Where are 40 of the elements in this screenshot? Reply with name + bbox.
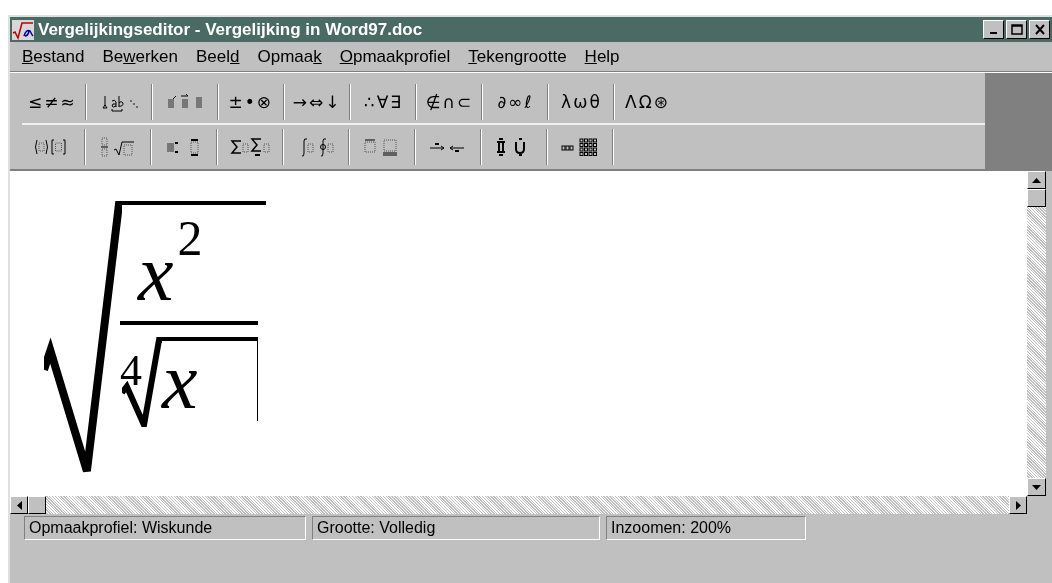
menu-item[interactable]: Beeld [190, 43, 246, 70]
close-icon [1033, 24, 1046, 35]
template-palette-icon [560, 137, 600, 157]
symbol-palette-button[interactable]: ΛΩ⊛ [617, 82, 678, 122]
radicand-variable: x [162, 341, 258, 421]
menu-item[interactable]: Opmaak [251, 43, 328, 70]
vertical-scrollbar[interactable] [1027, 171, 1046, 496]
equation-app-icon [12, 19, 34, 40]
menu-item[interactable]: Opmaakprofiel [333, 43, 457, 70]
menu-item[interactable]: Bewerken [96, 43, 184, 70]
menu-item[interactable]: Tekengrootte [462, 43, 573, 70]
symbol-palette-button[interactable]: ∴∀∃ [353, 82, 414, 122]
window-title: Vergelijkingseditor - Vergelijking in Word97.doc [38, 18, 423, 41]
right-arrow-icon [1015, 500, 1021, 510]
up-arrow-icon [1032, 177, 1041, 183]
minimize-icon [990, 32, 997, 34]
root-index: 4 [120, 349, 142, 393]
maximize-button[interactable] [1006, 20, 1027, 39]
template-palette-icon [230, 137, 270, 157]
down-arrow-icon [1032, 484, 1041, 490]
symbol-palette-button[interactable]: λωθ [551, 82, 612, 122]
symbol-palette-button[interactable]: ≤≠≈ [22, 82, 83, 122]
left-arrow-icon [16, 500, 22, 510]
symbol-palette-button[interactable]: ∂∞ℓ [485, 82, 546, 122]
horizontal-scrollbar[interactable] [10, 496, 1027, 514]
minimize-button[interactable] [983, 20, 1004, 39]
menu-item[interactable]: Bestand [16, 43, 91, 70]
symbol-palette-button[interactable]: →⇔↓ [286, 82, 348, 122]
menu-item[interactable]: Help [578, 43, 626, 70]
status-bar-field: Inzoomen: 200% [606, 516, 806, 540]
scroll-thumb[interactable] [28, 496, 46, 514]
scroll-thumb[interactable] [1027, 189, 1046, 207]
maximize-icon [1010, 24, 1023, 35]
close-button[interactable] [1029, 20, 1050, 39]
numerator-variable: x [138, 233, 174, 313]
status-bar-field: Grootte: Volledig [312, 516, 600, 540]
symbol-palette-button[interactable]: ±•⊗ [220, 82, 281, 122]
status-bar-field: Opmaakprofiel: Wiskunde [24, 516, 306, 540]
exponent: 2 [177, 213, 203, 263]
symbol-palette-button[interactable]: ∉∩⊂ [419, 82, 480, 122]
